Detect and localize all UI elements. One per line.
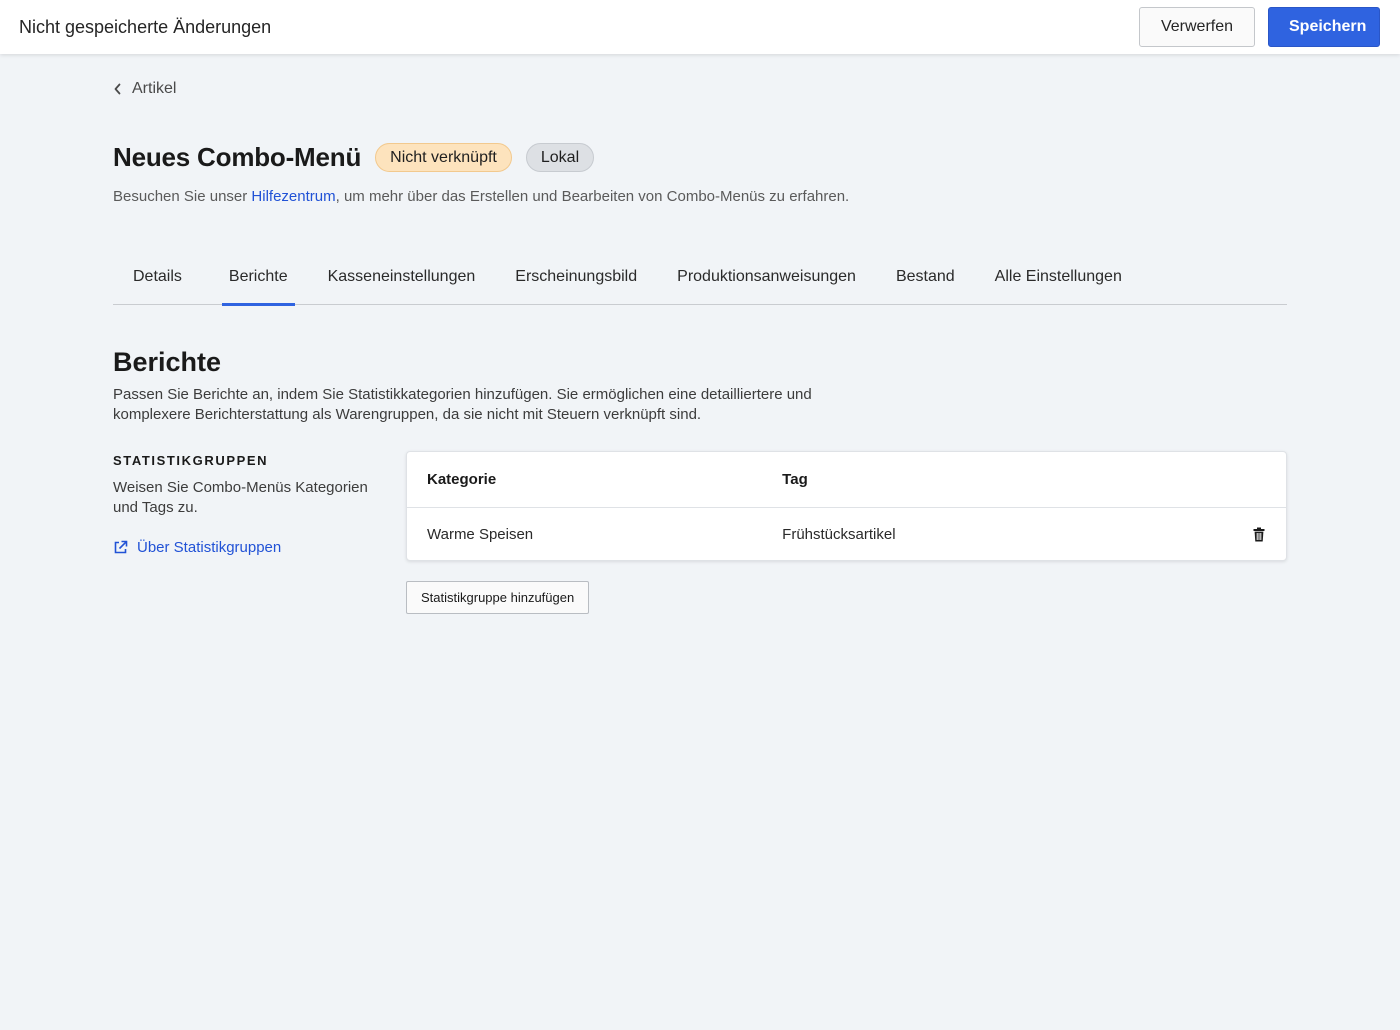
tab-details[interactable]: Details: [113, 259, 202, 305]
cell-category: Warme Speisen: [427, 526, 534, 543]
stat-groups-description: Weisen Sie Combo-Menüs Kategorien und Ta…: [113, 479, 368, 516]
tab-bar: Details Berichte Kasseneinstellungen Ers…: [113, 259, 1287, 306]
breadcrumb-label: Artikel: [132, 80, 177, 97]
stat-groups-link-label: Über Statistikgruppen: [137, 539, 282, 556]
tab-reports[interactable]: Berichte: [221, 259, 295, 306]
cell-tag: Frühstücksartikel: [782, 526, 896, 543]
save-button[interactable]: Speichern: [1268, 7, 1380, 47]
stat-groups-link[interactable]: Über Statistikgruppen: [113, 539, 281, 556]
external-link-icon: [114, 540, 128, 554]
stat-groups-label: STATISTIKGRUPPEN: [113, 453, 269, 468]
chevron-left-icon: [114, 83, 121, 95]
page-title: Neues Combo-Menü: [113, 142, 362, 172]
trash-icon[interactable]: [1253, 527, 1265, 542]
help-text-prefix: Besuchen Sie unser: [113, 188, 252, 205]
tab-appearance[interactable]: Erscheinungsbild: [495, 259, 657, 305]
unsaved-changes-title: Nicht gespeicherte Änderungen: [19, 16, 272, 37]
table-header: Kategorie Tag: [407, 452, 1286, 508]
title-row: Neues Combo-Menü Nicht verknüpft Lokal: [113, 142, 595, 173]
section-title: Berichte: [113, 347, 222, 377]
tab-production-instructions[interactable]: Produktionsanweisungen: [657, 259, 876, 305]
help-text-suffix: , um mehr über das Erstellen und Bearbei…: [335, 188, 850, 205]
table-row: Warme Speisen Frühstücksartikel: [407, 508, 1286, 561]
tab-all-settings[interactable]: Alle Einstellungen: [975, 259, 1142, 305]
help-text: Besuchen Sie unser Hilfezentrum, um mehr…: [113, 188, 849, 205]
tab-inventory[interactable]: Bestand: [876, 259, 975, 305]
topbar-actions: Verwerfen Speichern: [1139, 7, 1380, 47]
unsaved-changes-bar: Nicht gespeicherte Änderungen Verwerfen …: [0, 0, 1400, 54]
add-stat-group-button[interactable]: Statistikgruppe hinzufügen: [406, 581, 590, 614]
help-center-link[interactable]: Hilfezentrum: [251, 188, 335, 205]
discard-button[interactable]: Verwerfen: [1139, 7, 1255, 47]
stat-groups-table: Kategorie Tag Warme Speisen Frühstücksar…: [406, 451, 1287, 561]
section-description: Passen Sie Berichte an, indem Sie Statis…: [113, 386, 812, 423]
status-badge-unlinked: Nicht verknüpft: [375, 143, 512, 172]
column-header-category: Kategorie: [427, 471, 497, 488]
column-header-tag: Tag: [782, 471, 808, 488]
breadcrumb[interactable]: Artikel: [113, 80, 176, 98]
status-badge-local: Lokal: [525, 143, 595, 172]
tab-pos-settings[interactable]: Kasseneinstellungen: [308, 259, 496, 305]
